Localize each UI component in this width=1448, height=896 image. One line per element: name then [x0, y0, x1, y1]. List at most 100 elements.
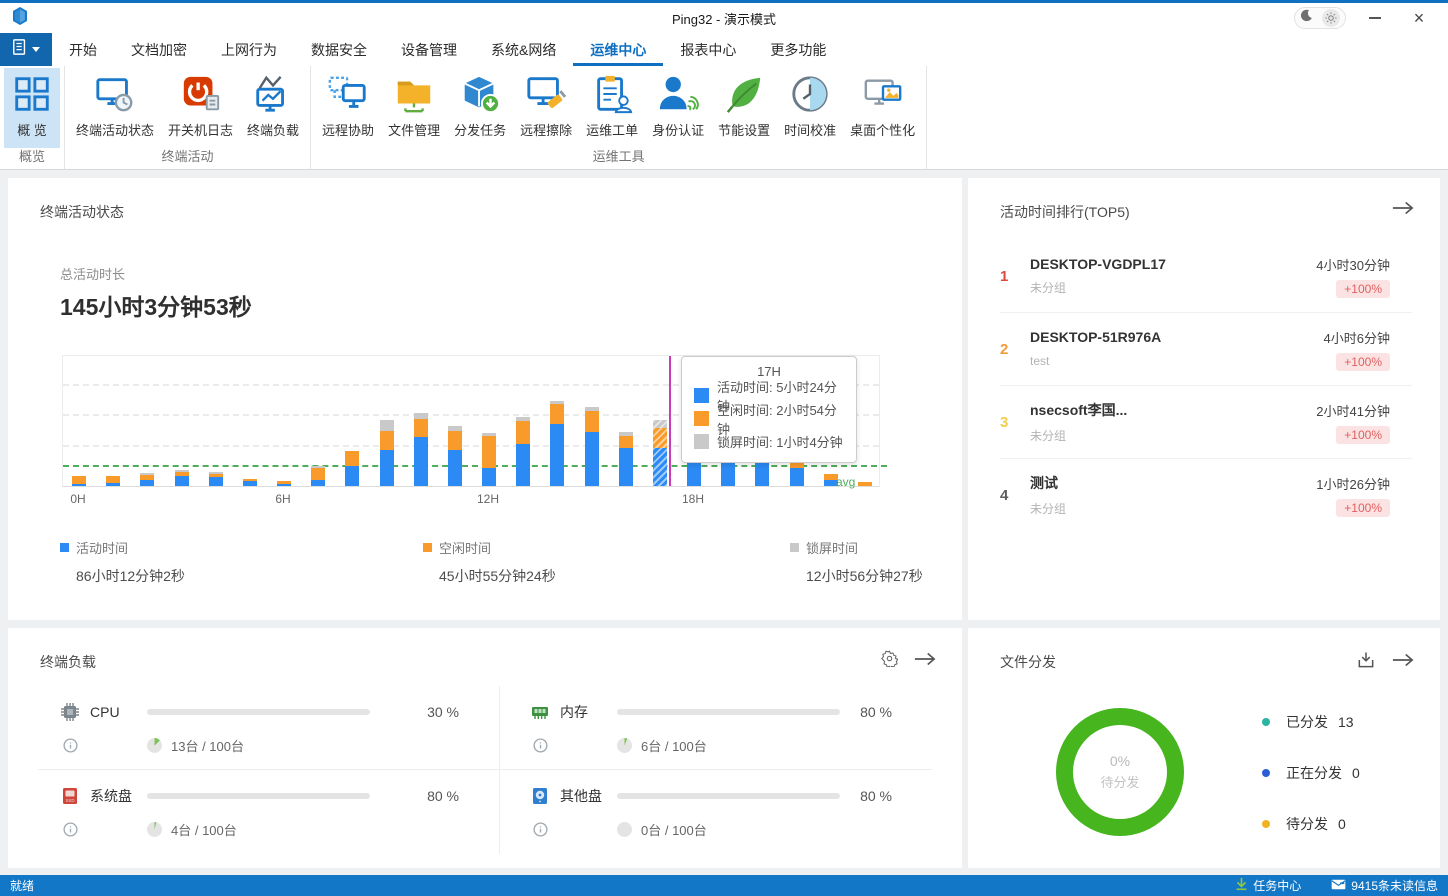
- stacked-bar-11H[interactable]: [448, 426, 462, 486]
- monitor-clock-icon: [94, 73, 136, 115]
- tab-report-center[interactable]: 报表中心: [663, 33, 753, 66]
- close-button[interactable]: ×: [1404, 6, 1434, 30]
- ribbon-item-remote-wipe[interactable]: 远程擦除: [513, 68, 579, 148]
- ribbon-item-distribute-task[interactable]: 分发任务: [447, 68, 513, 148]
- ribbon-item-desktop-personalize[interactable]: 桌面个性化: [843, 68, 922, 148]
- stacked-bar-21H[interactable]: [790, 459, 804, 486]
- stacked-bar-23H[interactable]: [858, 482, 872, 486]
- arrow-right-icon[interactable]: [1392, 652, 1414, 673]
- ranking-row[interactable]: 1 DESKTOP-VGDPL17未分组 4小时30分钟+100%: [1000, 240, 1412, 313]
- stacked-bar-17H[interactable]: [653, 420, 667, 486]
- stacked-bar-1H[interactable]: [106, 476, 120, 486]
- ribbon-group-terminal-activity: 终端活动状态 开关机日志 终端负载 终端活动: [65, 66, 311, 169]
- stacked-bar-0H[interactable]: [72, 476, 86, 486]
- legend-value: 86小时12分钟2秒: [76, 566, 185, 586]
- gear-icon[interactable]: [881, 650, 898, 672]
- bar-segment: [311, 466, 325, 468]
- ribbon: 概 览 概览 终端活动状态 开关机日志 终端负载 终端活动 远程协助: [0, 66, 1448, 170]
- ribbon-item-ops-ticket[interactable]: 运维工单: [579, 68, 645, 148]
- bar-segment: [209, 474, 223, 477]
- status-ready: 就绪: [10, 877, 34, 894]
- stacked-bar-6H[interactable]: [277, 481, 291, 486]
- ranking-row[interactable]: 4 测试未分组 1小时26分钟+100%: [1000, 459, 1412, 532]
- trend-badge: +100%: [1336, 353, 1390, 371]
- ribbon-item-remote-assist[interactable]: 远程协助: [315, 68, 381, 148]
- bar-segment: [140, 473, 154, 475]
- ribbon-item-label: 开关机日志: [168, 120, 233, 139]
- tooltip-row: 空闲时间: 2小时54分钟: [694, 407, 844, 430]
- ribbon-item-activity-status[interactable]: 终端活动状态: [69, 68, 161, 148]
- stacked-bar-5H[interactable]: [243, 479, 257, 486]
- desktop-personalize-icon: [862, 73, 904, 115]
- tab-data-security[interactable]: 数据安全: [294, 33, 384, 66]
- app-menu-button[interactable]: [0, 33, 52, 66]
- bar-segment: [72, 476, 86, 484]
- stacked-bar-13H[interactable]: [516, 417, 530, 486]
- donut-label: 待分发: [1100, 772, 1139, 791]
- activity-time: 2小时41分钟: [1316, 401, 1390, 420]
- status-bar: 就绪 任务中心 9415条未读信息: [0, 875, 1448, 896]
- unread-messages-button[interactable]: 9415条未读信息: [1331, 877, 1438, 894]
- ribbon-item-time-calibration[interactable]: 时间校准: [777, 68, 843, 148]
- info-icon[interactable]: [533, 822, 548, 837]
- theme-toggle[interactable]: [1294, 7, 1346, 29]
- stacked-bar-7H[interactable]: [311, 466, 325, 486]
- ranking-row[interactable]: 2 DESKTOP-51R976Atest 4小时6分钟+100%: [1000, 313, 1412, 386]
- stacked-bar-9H[interactable]: [380, 420, 394, 486]
- stacked-bar-4H[interactable]: [209, 472, 223, 486]
- ribbon-tab-row: 开始 文档加密 上网行为 数据安全 设备管理 系统&网络 运维中心 报表中心 更…: [0, 33, 1448, 66]
- bar-segment: [243, 479, 257, 481]
- moon-icon[interactable]: [1300, 9, 1313, 27]
- info-icon[interactable]: [63, 822, 78, 837]
- info-icon[interactable]: [63, 738, 78, 753]
- bar-segment: [619, 436, 633, 448]
- stacked-bar-16H[interactable]: [619, 432, 633, 486]
- stacked-bar-2H[interactable]: [140, 473, 154, 486]
- stacked-bar-12H[interactable]: [482, 433, 496, 486]
- other-disk-progress-bar: [617, 793, 840, 799]
- legend-locked-time: 锁屏时间 12小时56分钟27秒: [790, 538, 923, 586]
- metric-percent: 30 %: [427, 704, 499, 720]
- ribbon-item-file-manager[interactable]: 文件管理: [381, 68, 447, 148]
- tab-web-behavior[interactable]: 上网行为: [204, 33, 294, 66]
- tab-start[interactable]: 开始: [52, 33, 114, 66]
- stacked-bar-15H[interactable]: [585, 407, 599, 486]
- info-icon[interactable]: [533, 738, 548, 753]
- arrow-right-icon[interactable]: [914, 651, 936, 672]
- ribbon-item-overview[interactable]: 概 览: [4, 68, 60, 148]
- envelope-icon: [1331, 879, 1346, 893]
- stacked-bar-3H[interactable]: [175, 470, 189, 486]
- load-metrics-grid: CPU 30 % 13台 / 100台 内存 80 % 6台 / 100台: [38, 686, 932, 854]
- window-title: Ping32 - 演示模式: [0, 9, 1448, 28]
- stacked-bar-8H[interactable]: [345, 451, 359, 486]
- ribbon-item-identity-auth[interactable]: 身份认证: [645, 68, 711, 148]
- ribbon-item-energy-settings[interactable]: 节能设置: [711, 68, 777, 148]
- other-disk-icon: [530, 786, 550, 806]
- distribute-icon[interactable]: [1356, 650, 1376, 675]
- terminal-group: 未分组: [1030, 281, 1066, 295]
- metric-count: 0台 / 100台: [641, 820, 707, 839]
- system-disk-progress-bar: [147, 793, 370, 799]
- ranking-row[interactable]: 3 nsecsoft李国...未分组 2小时41分钟+100%: [1000, 386, 1412, 459]
- ribbon-item-terminal-load[interactable]: 终端负载: [240, 68, 306, 148]
- tab-device-mgmt[interactable]: 设备管理: [384, 33, 474, 66]
- bar-segment: [414, 413, 428, 419]
- stacked-bar-10H[interactable]: [414, 413, 428, 486]
- sun-icon[interactable]: [1322, 9, 1340, 27]
- arrow-right-icon[interactable]: [1392, 200, 1414, 221]
- stacked-bar-18H[interactable]: [687, 461, 701, 486]
- ribbon-item-power-log[interactable]: 开关机日志: [161, 68, 240, 148]
- tab-doc-encryption[interactable]: 文档加密: [114, 33, 204, 66]
- stacked-bar-19H[interactable]: [721, 461, 735, 486]
- tab-more[interactable]: 更多功能: [753, 33, 843, 66]
- tab-system-network[interactable]: 系统&网络: [474, 33, 573, 66]
- ribbon-group-overview: 概 览 概览: [0, 66, 65, 169]
- activity-chart[interactable]: 17H 活动时间: 5小时24分钟 空闲时间: 2小时54分钟 锁屏时间: 1小…: [62, 355, 880, 487]
- stacked-bar-14H[interactable]: [550, 401, 564, 486]
- bar-segment: [482, 433, 496, 436]
- tab-ops-center[interactable]: 运维中心: [573, 33, 663, 66]
- task-center-button[interactable]: 任务中心: [1235, 877, 1301, 894]
- stacked-bar-20H[interactable]: [755, 461, 769, 486]
- bar-segment: [277, 484, 291, 486]
- minimize-button[interactable]: [1360, 6, 1390, 30]
